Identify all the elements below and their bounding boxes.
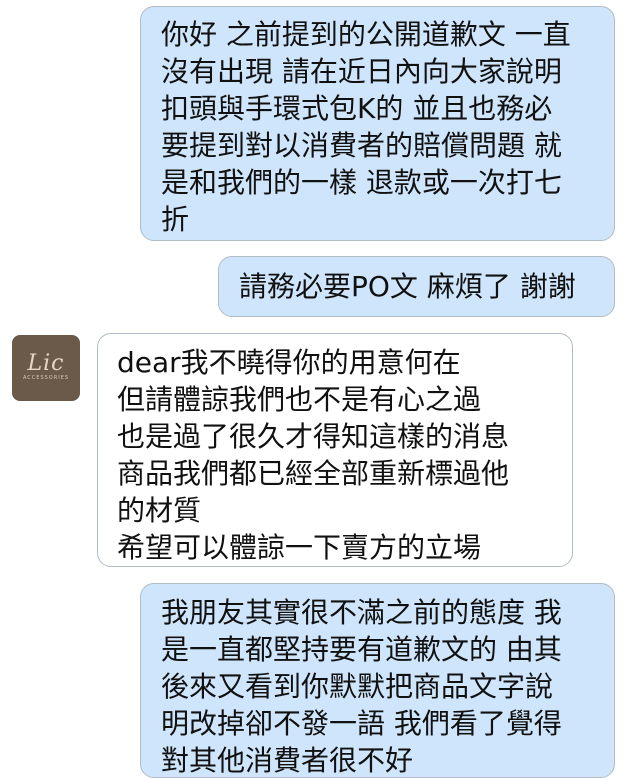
chat-thread: 你好 之前提到的公開道歉文 一直 沒有出現 請在近日內向大家說明 扣頭與手環式包… bbox=[0, 0, 636, 778]
incoming-message-bubble[interactable]: dear我不曉得你的用意何在 但請體諒我們也不是有心之過 也是過了很久才得知這樣… bbox=[97, 333, 573, 567]
outgoing-message-bubble[interactable]: 請務必要PO文 麻煩了 謝謝 bbox=[218, 256, 615, 317]
avatar-logo-subtext: ACCESSORIES bbox=[22, 375, 70, 381]
outgoing-message-bubble[interactable]: 你好 之前提到的公開道歉文 一直 沒有出現 請在近日內向大家說明 扣頭與手環式包… bbox=[140, 6, 615, 241]
avatar-logo: Lic bbox=[27, 351, 65, 376]
avatar[interactable]: Lic ACCESSORIES bbox=[12, 335, 80, 401]
outgoing-message-bubble[interactable]: 我朋友其實很不滿之前的態度 我 是一直都堅持要有道歉文的 由其 後來又看到你默默… bbox=[140, 583, 615, 778]
